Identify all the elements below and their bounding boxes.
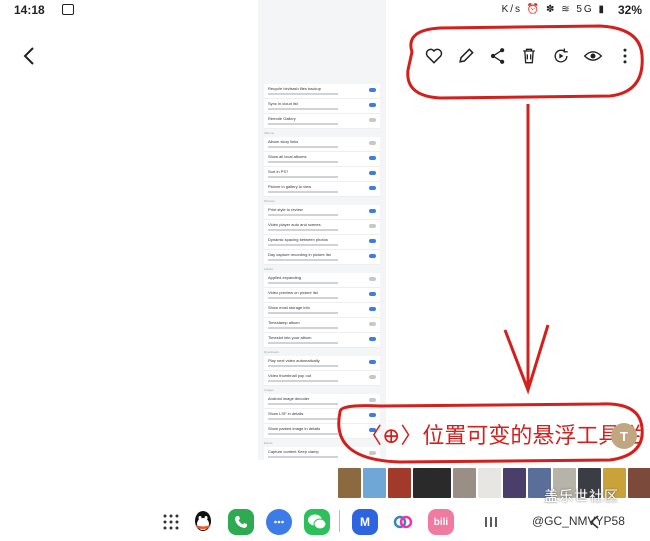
thumbnail-image[interactable] bbox=[478, 468, 501, 498]
wechat-app[interactable] bbox=[304, 509, 330, 535]
thumbnail-image[interactable] bbox=[363, 468, 386, 498]
recents-button[interactable] bbox=[478, 509, 504, 535]
link-app-icon bbox=[393, 515, 413, 529]
messages-app[interactable] bbox=[266, 509, 292, 535]
bilibili-icon: bili bbox=[433, 516, 449, 528]
phone-app[interactable] bbox=[228, 509, 254, 535]
red-annotation-drawing bbox=[337, 24, 644, 464]
link-app[interactable] bbox=[390, 509, 416, 535]
phone-icon bbox=[235, 516, 247, 528]
thumbnail-image[interactable] bbox=[413, 468, 451, 498]
floating-button-label: T bbox=[620, 428, 628, 444]
m-app[interactable]: M bbox=[352, 509, 378, 535]
wechat-icon bbox=[308, 514, 327, 530]
qq-icon bbox=[195, 511, 211, 531]
messages-icon bbox=[274, 520, 284, 524]
bilibili-app[interactable]: bili bbox=[428, 509, 454, 535]
m-app-icon: M bbox=[360, 515, 370, 529]
recents-icon bbox=[485, 517, 497, 527]
thumbnail-image[interactable] bbox=[503, 468, 526, 498]
floating-text-button[interactable]: T bbox=[611, 423, 637, 449]
thumbnail-image[interactable] bbox=[338, 468, 361, 498]
annotation-text: 〈⊕〉位置可变的悬浮工具栏 bbox=[360, 424, 643, 449]
username-watermark: @GC_NMVYP58 bbox=[532, 514, 625, 528]
thumbnail-image[interactable] bbox=[628, 468, 650, 498]
app-drawer-icon bbox=[163, 514, 179, 530]
qq-app[interactable] bbox=[190, 509, 216, 535]
app-drawer-button[interactable] bbox=[158, 509, 184, 535]
thumbnail-image[interactable] bbox=[388, 468, 411, 498]
dock-divider bbox=[339, 510, 340, 532]
thumbnail-image[interactable] bbox=[453, 468, 476, 498]
